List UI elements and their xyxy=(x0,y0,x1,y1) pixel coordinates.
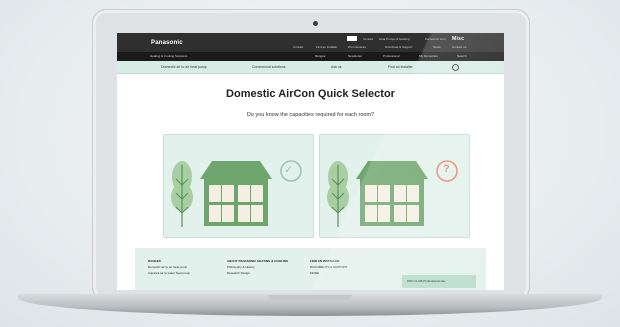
selector-question: Do you know the capacities required for … xyxy=(246,112,375,118)
header-link[interactable]: Pro Literature xyxy=(348,45,366,49)
header-link[interactable]: Panasonic.com xyxy=(425,37,446,41)
option-card-yes[interactable]: ✓ xyxy=(163,134,314,238)
category-tabs: Domestic air to air heat pump Commercial… xyxy=(117,61,504,74)
laptop-screen: Panasonic Contact Heat Pumps & Heating P… xyxy=(117,33,504,290)
brand-logo[interactable]: Panasonic xyxy=(151,40,183,46)
brand-mark: Misc xyxy=(452,36,465,42)
footer-link[interactable]: MORE xyxy=(310,271,319,275)
check-icon: ✓ xyxy=(284,163,294,176)
footer-link[interactable]: Research Design xyxy=(227,271,250,275)
laptop-notch xyxy=(268,295,352,300)
header-link[interactable]: Contact xyxy=(363,37,373,41)
footer-heading: RANGES xyxy=(148,259,161,263)
pro-club-button[interactable]: PRO CLUB Professional site xyxy=(402,275,476,288)
site-header: Panasonic Contact Heat Pumps & Heating P… xyxy=(117,33,504,52)
header-link[interactable]: News xyxy=(433,45,441,49)
tab-commercial[interactable]: Commercial solutions xyxy=(252,65,285,69)
subnav-item[interactable]: My Favourites xyxy=(419,54,438,58)
footer-heading[interactable]: FIND AN INSTALLER xyxy=(310,258,347,264)
tab-ask-us[interactable]: Ask us xyxy=(331,65,342,69)
subnav-title[interactable]: Heating & Cooling Solutions xyxy=(150,54,187,58)
footer-column: RANGES Domestic air to air heat pump Aqu… xyxy=(148,258,190,276)
globe-icon[interactable] xyxy=(452,64,459,71)
house-tree-illustration xyxy=(327,160,458,227)
header-link[interactable]: Heat Pumps & Heating xyxy=(379,37,410,41)
footer-link[interactable]: Philosophy & History xyxy=(227,265,255,269)
sub-navigation: Heating & Cooling Solutions Ranges Newsl… xyxy=(117,52,504,61)
footer-link[interactable]: Aquarea air to water heat pump xyxy=(148,271,190,275)
subnav-item[interactable]: Search xyxy=(457,54,467,58)
footer-link[interactable]: DOCUMENTS & SUPPORT xyxy=(310,265,347,269)
webcam-icon xyxy=(313,21,318,26)
tab-installer[interactable]: Find an installer xyxy=(388,65,413,69)
footer-link[interactable]: Domestic air to air heat pump xyxy=(148,265,187,269)
footer-heading: ABOUT PANASONIC HEATING & COOLING xyxy=(227,259,289,263)
header-link[interactable]: Contact xyxy=(293,45,303,49)
house-tree-illustration xyxy=(171,160,302,227)
question-mark-icon: ? xyxy=(443,163,450,175)
site-footer: RANGES Domestic air to air heat pump Aqu… xyxy=(135,248,486,290)
tab-domestic[interactable]: Domestic air to air heat pump xyxy=(161,65,207,69)
header-link[interactable]: Download & Support xyxy=(385,45,413,49)
subnav-item[interactable]: Professional xyxy=(383,54,400,58)
header-link[interactable]: Find an Installer xyxy=(316,45,337,49)
subnav-item[interactable]: Ranges xyxy=(315,54,325,58)
page-title: Domestic AirCon Quick Selector xyxy=(226,88,395,100)
header-link[interactable]: Contact us xyxy=(452,45,466,49)
search-box[interactable] xyxy=(347,36,357,41)
footer-column: FIND AN INSTALLER DOCUMENTS & SUPPORT MO… xyxy=(310,258,347,276)
option-card-no[interactable]: ? xyxy=(319,134,470,238)
footer-column: ABOUT PANASONIC HEATING & COOLING Philos… xyxy=(227,258,288,276)
subnav-item[interactable]: Newsletter xyxy=(348,54,362,58)
